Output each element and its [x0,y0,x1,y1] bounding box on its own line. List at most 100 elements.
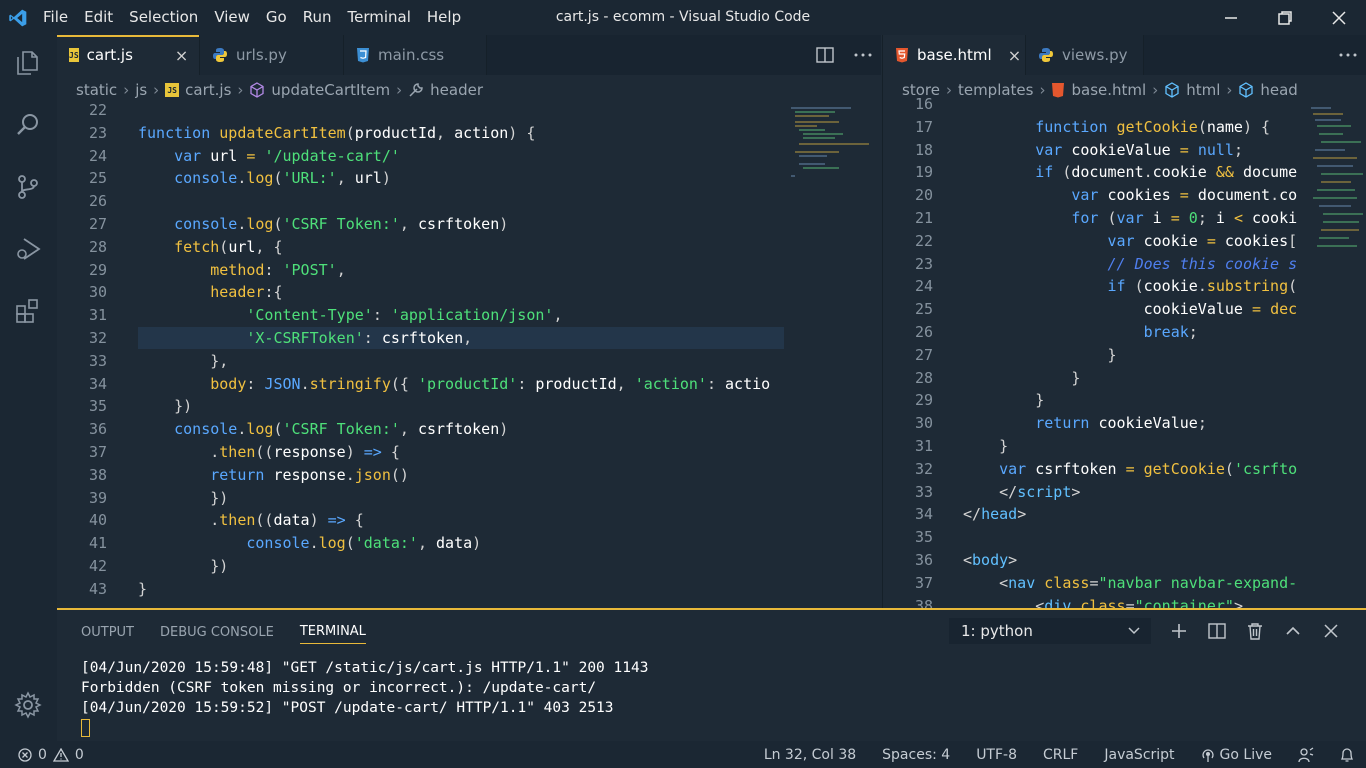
menu-file[interactable]: File [35,0,76,35]
new-terminal-button[interactable] [1169,618,1189,644]
code-text: var cookieValue = null; [1035,140,1243,159]
code-line: 22 [57,99,881,122]
tab-main-css[interactable]: main.css [344,35,487,75]
menu-view[interactable]: View [206,0,258,35]
run-debug-icon[interactable] [8,229,48,269]
minimap[interactable] [1303,105,1366,247]
notifications-button[interactable] [1340,747,1354,763]
code-text: var cookie = cookies[ [1107,231,1298,250]
line-number: 21 [914,209,933,227]
code-line: 38 <div class="container"> [883,595,1366,608]
kill-terminal-button[interactable] [1245,618,1265,644]
line-number: 41 [88,534,107,553]
code-line: 19 if (document.cookie && docume [883,161,1366,184]
split-editor-button[interactable] [813,43,837,67]
split-editor-icon [816,47,834,63]
encoding[interactable]: UTF-8 [976,747,1017,763]
code-text: } [963,437,1009,455]
line-number: 28 [914,368,933,387]
tab-label: cart.js [86,46,133,64]
code-editor[interactable]: 16 17 function getCookie(name) {18 var co… [883,95,1366,608]
close-window-button[interactable] [1312,0,1366,35]
code-line: 16 [883,93,1366,116]
status-bar: 0 0 Ln 32, Col 38 Spaces: 4 UTF-8 CRLF J… [0,741,1366,768]
minimap-preview [791,107,869,177]
code-line: 17 function getCookie(name) { [883,116,1366,139]
line-number: 17 [914,117,933,136]
chevron-right-icon: › [153,81,160,99]
wrench-icon [408,82,424,98]
line-number: 28 [88,237,107,256]
extensions-icon[interactable] [8,291,48,331]
problems-indicator[interactable]: 0 0 [18,741,84,768]
close-tab-icon[interactable]: × [1008,46,1021,65]
ellipsis-icon [854,53,872,57]
minimap[interactable] [791,105,871,205]
tab-base-html[interactable]: base.html × [883,35,1026,75]
editor-actions [813,35,875,75]
maximize-panel-button[interactable] [1283,618,1303,644]
chevron-up-icon [1286,626,1300,635]
code-line: 30 return cookieValue; [883,412,1366,435]
manage-gear-icon[interactable] [8,685,48,725]
breadcrumb-item[interactable]: updateCartItem [271,81,390,99]
line-number: 40 [88,511,107,530]
restore-button[interactable] [1258,0,1312,35]
go-live-button[interactable]: Go Live [1201,747,1272,763]
breadcrumb-item[interactable]: cart.js [185,81,231,99]
indentation[interactable]: Spaces: 4 [882,747,950,763]
menu-run[interactable]: Run [295,0,340,35]
code-line: 32 var csrftoken = getCookie('csrfto [883,458,1366,481]
code-line: 23 function updateCartItem(productId, act… [57,122,881,145]
code-line: 43} [57,578,881,601]
panel-actions [1169,618,1341,644]
terminal-select[interactable]: 1: python [949,618,1151,644]
minimize-button[interactable] [1204,0,1258,35]
code-text: method: 'POST', [210,260,346,279]
terminal-output[interactable]: [04/Jun/2020 15:59:48] "GET /static/js/c… [81,658,648,738]
split-terminal-button[interactable] [1207,618,1227,644]
code-line: 24 var url = '/update-cart/' [57,145,881,168]
tab-urls-py[interactable]: urls.py [200,35,344,75]
tab-debug-console[interactable]: DEBUG CONSOLE [160,621,274,644]
line-ending[interactable]: CRLF [1043,747,1078,763]
tab-output[interactable]: OUTPUT [81,621,134,644]
tab-cart-js[interactable]: JS cart.js × [57,35,200,75]
close-tab-icon[interactable]: × [175,46,188,65]
search-icon[interactable] [8,105,48,145]
menu-help[interactable]: Help [419,0,469,35]
code-text: for (var i = 0; i < cooki [1071,209,1298,227]
close-panel-button[interactable] [1321,618,1341,644]
menu-go[interactable]: Go [258,0,295,35]
feedback-button[interactable] [1298,746,1314,763]
broadcast-icon [1201,748,1214,762]
menu-terminal[interactable]: Terminal [340,0,419,35]
terminal-line: [04/Jun/2020 15:59:52] "POST /update-car… [81,700,614,716]
code-text: } [138,579,148,598]
line-number: 23 [914,254,933,273]
cursor-position[interactable]: Ln 32, Col 38 [764,747,856,763]
more-actions-button[interactable] [851,43,875,67]
breadcrumb-item[interactable]: static [76,81,117,99]
language-mode[interactable]: JavaScript [1104,747,1174,763]
code-text: <body> [963,551,1018,569]
tab-label: main.css [378,46,445,64]
terminal-prompt[interactable] [81,718,648,738]
menu-selection[interactable]: Selection [121,0,206,35]
line-number: 23 [88,123,107,142]
warning-icon [52,747,69,762]
code-line: 23 // Does this cookie s [883,253,1366,276]
close-icon [1324,624,1338,638]
code-editor[interactable]: 22 23 function updateCartItem(productId, a… [57,101,881,608]
terminal-select-value: 1: python [961,622,1033,640]
tab-terminal[interactable]: TERMINAL [299,620,366,644]
more-actions-button[interactable] [1336,43,1360,67]
menu-edit[interactable]: Edit [76,0,121,35]
explorer-icon[interactable] [8,43,48,83]
error-count: 0 [38,746,47,763]
line-number: 33 [88,351,107,370]
breadcrumb-item[interactable]: header [430,81,483,99]
tab-views-py[interactable]: views.py [1026,35,1144,75]
breadcrumb-item[interactable]: js [135,81,147,99]
source-control-icon[interactable] [8,167,48,207]
